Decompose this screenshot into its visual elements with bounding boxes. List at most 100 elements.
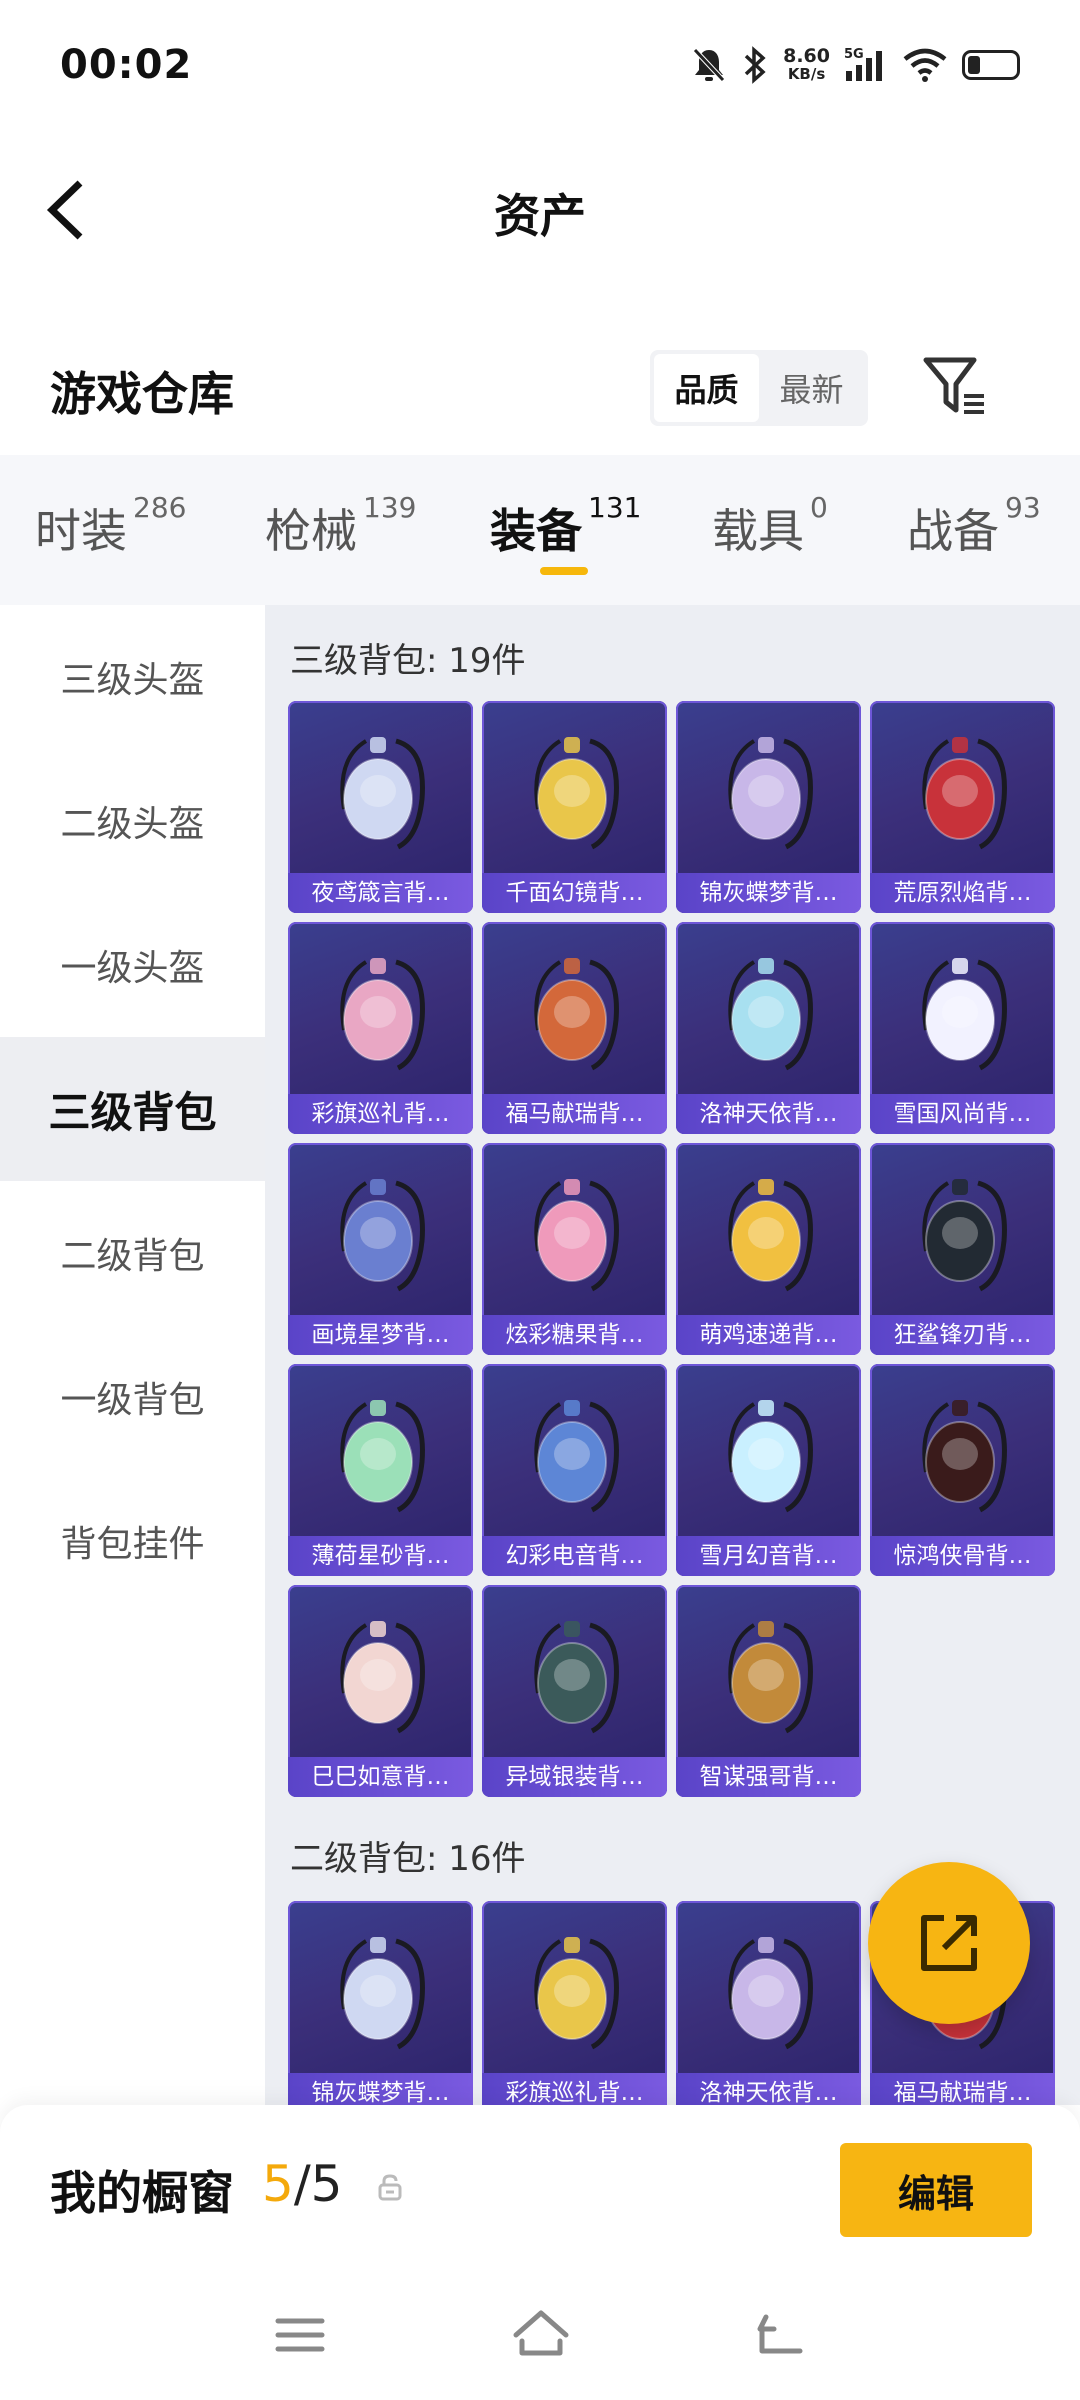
item-card[interactable]: 夜鸢箴言背… — [288, 701, 473, 913]
backpack-icon — [727, 1179, 813, 1292]
backpack-icon — [533, 958, 619, 1071]
sidebar-item-backpack-charm[interactable]: 背包挂件 — [0, 1469, 265, 1613]
item-card-label: 巳巳如意背… — [288, 1757, 473, 1797]
item-card-label: 福马献瑞背… — [870, 2073, 1055, 2105]
item-card-label: 异域银装背… — [482, 1757, 667, 1797]
item-card-label: 薄荷星砂背… — [288, 1536, 473, 1576]
item-card[interactable]: 雪国风尚背… — [870, 922, 1055, 1134]
tab-vehicles[interactable]: 载具 0 — [712, 491, 828, 561]
item-card-label: 彩旗巡礼背… — [482, 2073, 667, 2105]
item-card-label: 夜鸢箴言背… — [288, 873, 473, 913]
item-card[interactable]: 洛神天依背… — [676, 1901, 861, 2105]
bluetooth-icon — [744, 46, 766, 84]
item-card[interactable]: 荒原烈焰背… — [870, 701, 1055, 913]
sidebar-item-backpack-1[interactable]: 一级背包 — [0, 1325, 265, 1469]
filter-icon[interactable] — [920, 352, 990, 422]
home-icon[interactable] — [510, 2307, 572, 2363]
item-card-label: 彩旗巡礼背… — [288, 1094, 473, 1134]
item-card-label: 福马献瑞背… — [482, 1094, 667, 1134]
sidebar-item-helmet-1[interactable]: 一级头盔 — [0, 893, 265, 1037]
item-card-label: 画境星梦背… — [288, 1315, 473, 1355]
backpack-icon — [533, 1621, 619, 1734]
item-card[interactable]: 幻彩电音背… — [482, 1364, 667, 1576]
showcase-bar: 我的橱窗 5/5 编辑 — [0, 2105, 1080, 2265]
item-card[interactable]: 巳巳如意背… — [288, 1585, 473, 1797]
item-card[interactable]: 锦灰蝶梦背… — [676, 701, 861, 913]
sidebar-item-backpack-2[interactable]: 二级背包 — [0, 1181, 265, 1325]
tab-equipment[interactable]: 装备 131 — [490, 491, 641, 561]
item-card[interactable]: 惊鸿侠骨背… — [870, 1364, 1055, 1576]
signal-5g-icon: 5G — [844, 47, 882, 81]
item-card[interactable]: 锦灰蝶梦背… — [288, 1901, 473, 2105]
item-card-label: 幻彩电音背… — [482, 1536, 667, 1576]
item-card[interactable]: 雪月幻音背… — [676, 1364, 861, 1576]
item-card[interactable]: 彩旗巡礼背… — [482, 1901, 667, 2105]
page-title: 资产 — [494, 189, 586, 243]
sort-latest-button[interactable]: 最新 — [759, 354, 864, 422]
lock-icon — [378, 2174, 402, 2201]
app-bar: 资产 — [0, 130, 1080, 290]
status-bar: 00:02 8.60 KB/s 5G — [0, 0, 1080, 130]
item-card-label: 洛神天依背… — [676, 1094, 861, 1134]
item-card-label: 惊鸿侠骨背… — [870, 1536, 1055, 1576]
item-card[interactable]: 彩旗巡礼背… — [288, 922, 473, 1134]
sort-quality-button[interactable]: 品质 — [654, 354, 759, 422]
backpack-icon — [533, 1400, 619, 1513]
backpack-icon — [727, 958, 813, 1071]
item-card-label: 雪月幻音背… — [676, 1536, 861, 1576]
item-card[interactable]: 薄荷星砂背… — [288, 1364, 473, 1576]
backpack-icon — [727, 1937, 813, 2050]
active-tab-indicator — [540, 567, 588, 575]
warehouse-title: 游戏仓库 — [50, 367, 234, 421]
backpack-icon — [727, 1400, 813, 1513]
item-card-label: 萌鸡速递背… — [676, 1315, 861, 1355]
showcase-label: 我的橱窗 — [50, 2166, 234, 2220]
tab-supplies[interactable]: 战备 93 — [907, 491, 1041, 561]
menu-icon[interactable] — [272, 2307, 328, 2363]
share-fab-button[interactable] — [868, 1862, 1030, 2024]
item-card-label: 千面幻镜背… — [482, 873, 667, 913]
share-external-icon — [921, 1915, 977, 1971]
wifi-icon — [903, 48, 947, 82]
backpack-icon — [339, 1400, 425, 1513]
back-nav-icon[interactable] — [752, 2307, 808, 2363]
item-card[interactable]: 千面幻镜背… — [482, 701, 667, 913]
item-card[interactable]: 洛神天依背… — [676, 922, 861, 1134]
item-card-label: 荒原烈焰背… — [870, 873, 1055, 913]
item-card-label: 狂鲨锋刃背… — [870, 1315, 1055, 1355]
backpack-icon — [339, 737, 425, 850]
item-card[interactable]: 萌鸡速递背… — [676, 1143, 861, 1355]
net-speed: 8.60 KB/s — [783, 45, 830, 84]
item-card-label: 洛神天依背… — [676, 2073, 861, 2105]
backpack-icon — [533, 1179, 619, 1292]
tab-fashion[interactable]: 时装 286 — [35, 491, 186, 561]
item-card-label: 智谋强哥背… — [676, 1757, 861, 1797]
item-card[interactable]: 异域银装背… — [482, 1585, 667, 1797]
status-icons: 8.60 KB/s 5G — [691, 40, 1020, 90]
backpack-icon — [339, 1179, 425, 1292]
backpack-icon — [727, 737, 813, 850]
backpack-icon — [921, 737, 1007, 850]
sidebar-item-helmet-2[interactable]: 二级头盔 — [0, 749, 265, 893]
item-grid: 夜鸢箴言背… 千面幻镜背… 锦灰蝶梦背… 荒原烈焰背… 彩旗巡礼背… 福马献瑞背… 洛神天依… — [288, 701, 1055, 1797]
item-card[interactable]: 福马献瑞背… — [482, 922, 667, 1134]
sidebar-item-helmet-3[interactable]: 三级头盔 — [0, 605, 265, 749]
item-card[interactable]: 智谋强哥背… — [676, 1585, 861, 1797]
svg-text:5G: 5G — [844, 47, 864, 62]
backpack-icon — [921, 1179, 1007, 1292]
showcase-count: 5/5 — [262, 2155, 343, 2213]
battery-icon — [962, 50, 1020, 80]
sidebar-item-backpack-3[interactable]: 三级背包 — [0, 1037, 265, 1181]
item-card[interactable]: 狂鲨锋刃背… — [870, 1143, 1055, 1355]
mute-bell-icon — [693, 48, 725, 82]
backpack-icon — [339, 1937, 425, 2050]
item-card-label: 锦灰蝶梦背… — [676, 873, 861, 913]
backpack-icon — [533, 1937, 619, 2050]
edit-button[interactable]: 编辑 — [840, 2143, 1032, 2237]
item-card[interactable]: 画境星梦背… — [288, 1143, 473, 1355]
backpack-icon — [921, 1400, 1007, 1513]
item-card[interactable]: 炫彩糖果背… — [482, 1143, 667, 1355]
sort-toggle: 品质 最新 — [650, 350, 868, 426]
subcategory-sidebar: 三级头盔 二级头盔 一级头盔 三级背包 二级背包 一级背包 背包挂件 — [0, 605, 265, 2105]
tab-guns[interactable]: 枪械 139 — [265, 491, 416, 561]
